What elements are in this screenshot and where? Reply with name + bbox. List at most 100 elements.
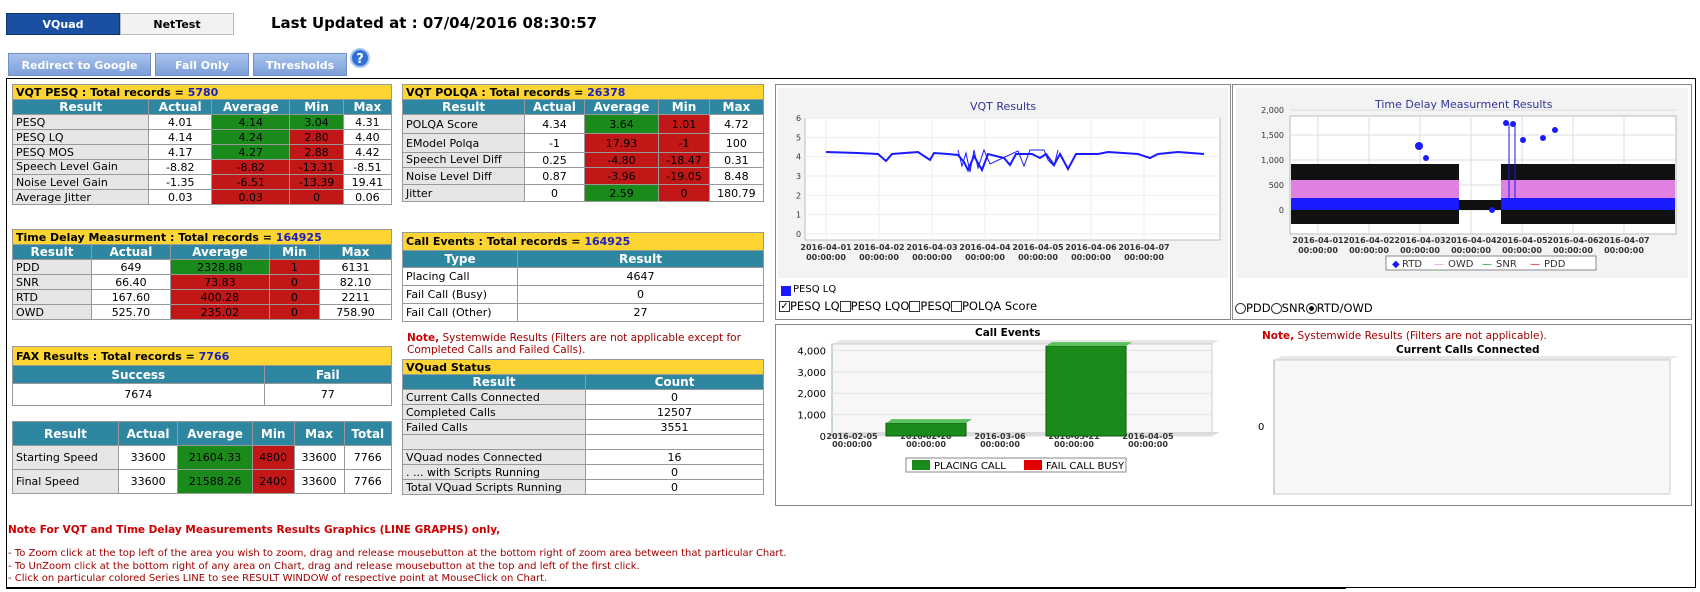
footer-note-lines: - To Zoom click at the top left of the a… [8,548,787,586]
y-tick-label: 5 [796,133,801,142]
plot-area [1273,359,1671,495]
table-row: Failed Calls 3551 [402,419,764,435]
x-tick-label: 00:00:00 [1604,246,1644,255]
legend-fail-call-busy-swatch [1024,460,1042,470]
checkbox-pesq[interactable] [909,300,921,312]
speed-table: Result Actual Average Min Max Total Star… [12,421,393,494]
x-tick-label: 00:00:00 [1553,246,1593,255]
thresholds-button[interactable]: Thresholds [253,53,347,76]
snr-series-band-2[interactable] [1501,180,1675,198]
bar-top-3d [1046,342,1132,347]
col-header: Actual [117,421,179,446]
x-tick-label: 00:00:00 [1071,253,1111,262]
vqt-polqa-table: VQT POLQA : Total records = 26378 Result… [401,84,765,202]
last-updated-label: Last Updated at : 07/04/2016 08:30:57 [271,14,598,32]
col-header: Min [658,99,710,115]
fax-table: FAX Results : Total records = 7766 Succe… [12,346,393,406]
table-row: Fail Call (Busy) 0 [402,285,764,304]
table-row: PESQ LQ 4.14 4.24 2.80 4.40 [11,129,393,145]
rtd-series-band-2[interactable] [1501,198,1675,210]
call-events-table: Call Events : Total records = 164925 Typ… [402,232,764,322]
col-header: Total [343,421,393,446]
y-tick-label: 6 [796,114,801,123]
vqt-results-chart[interactable]: VQT Results 0123456 2016-04-0100:00:0020… [778,88,1228,278]
current-calls-chart[interactable]: Current Calls Connected 0 [1234,342,1690,502]
plot-top-3d [832,340,1220,344]
checkbox-pesq-lq[interactable]: ✓ [779,300,790,312]
table-row: Noise Level Diff 0.87 -3.96 -19.05 8.48 [401,167,765,185]
legend-rtd: RTD [1402,259,1422,270]
tab-nettest[interactable]: NetTest [120,13,234,35]
bar-placing-call[interactable] [885,422,967,437]
col-header: Success [12,365,265,384]
owd-series-band-2[interactable] [1501,164,1675,180]
owd-series-gap[interactable] [1459,200,1501,210]
col-header: Type [402,250,518,268]
x-tick-label: 2016-04-04 [959,243,1011,252]
legend-pdd-marker: — [1530,259,1540,270]
legend-placing-call-swatch [912,460,930,470]
x-tick-label: 2016-04-01 [1292,236,1344,245]
footer-divider [6,588,1346,589]
x-tick-label: 2016-04-04 [1445,236,1497,245]
owd-series-band[interactable] [1291,164,1459,180]
radio-snr[interactable] [1270,302,1282,314]
y-tick-label: 0 [820,432,826,443]
checkbox-label: PESQ LQO [850,299,910,313]
col-header: Result [12,244,92,260]
td-series-radios: PDD SNR RTD/OWD [1235,301,1373,315]
table-row: Average Jitter 0.03 0.03 0 0.06 [11,189,393,205]
col-header: Max [318,244,393,260]
legend-placing-call: PLACING CALL [934,461,1006,472]
x-tick-label: 00:00:00 [832,440,872,449]
y-tick-label: 3,000 [797,368,826,379]
col-header: Result [12,421,119,446]
col-header: Max [708,99,765,115]
checkbox-pesq-lqo[interactable] [839,300,851,312]
checkbox-polqa-score[interactable] [950,300,962,312]
x-tick-label: 00:00:00 [1451,246,1491,255]
y-tick-label: 4 [796,153,801,162]
col-header: Min [251,421,295,446]
vqt-pesq-table: VQT PESQ : Total records = 5780 Result A… [11,84,393,205]
table-row: Jitter 0 2.59 0 180.79 [401,184,765,202]
x-tick-label: 2016-04-07 [1598,236,1649,245]
col-header: Max [342,99,393,115]
table-row: PDD 649 2328.88 1 6131 [12,259,393,275]
tab-vquad[interactable]: VQuad [6,13,120,35]
fail-only-button[interactable]: Fail Only [155,53,249,76]
chart-title: VQT Results [970,100,1036,113]
footer-note-line: - Click on particular colored Series LIN… [8,573,548,584]
y-tick-label: 1,000 [1261,156,1284,165]
snr-series-band[interactable] [1291,180,1459,198]
y-tick-label: 3 [796,172,801,181]
table-row: Placing Call 4647 [402,267,764,286]
table-row: Speech Level Diff 0.25 -4.80 -18.47 0.31 [401,152,765,168]
table-row: RTD 167.60 400.28 0 2211 [12,289,393,305]
radio-label: PDD [1246,301,1271,315]
radio-pdd[interactable] [1235,302,1246,314]
help-icon[interactable]: ? [350,48,370,68]
x-tick-label: 00:00:00 [906,440,946,449]
legend-fail-call-busy: FAIL CALL BUSY [1046,461,1125,472]
pdd-series-band-2[interactable] [1501,210,1675,224]
pdd-series-band[interactable] [1291,210,1459,224]
x-tick-label: 2016-04-07 [1118,243,1169,252]
table-row [402,434,764,450]
col-header: Min [268,244,320,260]
table-row: Speech Level Gain -8.82 -8.82 -13.31 -8.51 [11,159,393,175]
redirect-google-maps-button[interactable]: Redirect to Google Maps [8,53,151,95]
y-tick-label: 1,500 [1261,131,1284,140]
legend-rtd-marker: ◆ [1392,259,1400,270]
bar-placing-call[interactable] [1045,345,1127,437]
vqt-pesq-title: VQT PESQ : Total records = 5780 [12,84,392,100]
chart-title: Call Events [975,327,1041,339]
rtd-series-band[interactable] [1291,198,1459,210]
legend-snr-marker: — [1482,259,1492,270]
time-delay-chart[interactable]: Time Delay Measurment Results 0 500 1,000 1… [1236,88,1688,278]
call-events-chart[interactable]: Call Events 01,0002,0003,0004,000 2016-0… [778,326,1230,504]
fax-title: FAX Results : Total records = 7766 [12,346,392,366]
x-tick-label: 2016-04-02 [853,243,904,252]
col-header: Result [401,99,526,115]
radio-rtd-owd[interactable] [1305,302,1317,314]
